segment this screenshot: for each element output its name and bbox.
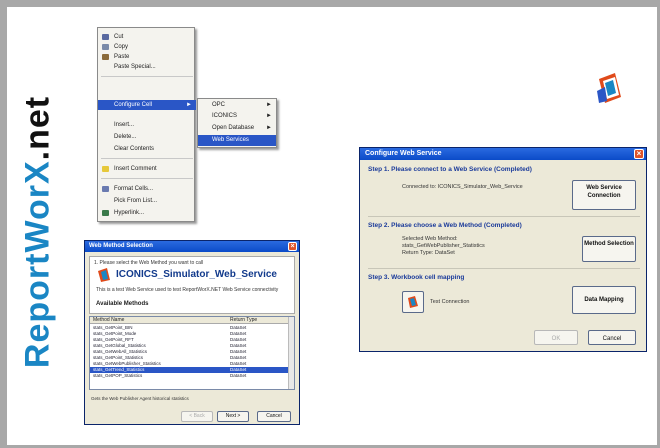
service-description: This is a test Web Service used to test … xyxy=(96,287,279,293)
submenu-item-web-services[interactable]: Web Services xyxy=(198,135,276,146)
format-icon xyxy=(102,186,109,192)
scissors-icon xyxy=(102,34,109,40)
column-header-return-type: Return Type xyxy=(230,317,258,323)
web-method-dialog: Web Method Selection × 1. Please select t… xyxy=(84,240,300,425)
menu-item-format-cells[interactable]: Format Cells... xyxy=(98,184,196,194)
context-menu: Cut Copy Paste Paste Special... Configur… xyxy=(97,27,196,222)
menu-item-clear-contents[interactable]: Clear Contents xyxy=(98,144,196,154)
service-name: ICONICS_Simulator_Web_Service xyxy=(116,269,277,280)
step1-heading: Step 1. Please connect to a Web Service … xyxy=(368,166,532,173)
back-button[interactable]: < Back xyxy=(181,411,213,422)
menu-item-paste[interactable]: Paste xyxy=(98,52,196,62)
close-icon[interactable]: × xyxy=(288,242,297,251)
configure-web-service-dialog: Configure Web Service × Step 1. Please co… xyxy=(359,147,647,352)
step2-info-label: Selected Web Method: xyxy=(402,236,458,242)
divider xyxy=(368,268,640,269)
paste-icon xyxy=(102,54,109,60)
submenu-arrow-icon: ► xyxy=(266,113,272,119)
submenu-arrow-icon: ► xyxy=(266,125,272,131)
menu-item-cut[interactable]: Cut xyxy=(98,32,196,42)
menu-separator xyxy=(101,76,193,77)
web-service-connection-button[interactable]: Web Service Connection xyxy=(572,180,636,210)
step2-info-return-type: Return Type: DataSet xyxy=(402,250,455,256)
submenu-arrow-icon: ► xyxy=(266,102,272,108)
dialog-titlebar: Configure Web Service × xyxy=(360,148,646,160)
service-info-panel: 1. Please select the Web Method you want… xyxy=(89,256,295,314)
dialog-prompt: 1. Please select the Web Method you want… xyxy=(94,260,204,266)
test-connection-icon xyxy=(408,296,418,308)
web-service-icon xyxy=(98,268,110,282)
menu-separator xyxy=(101,158,193,159)
configure-cell-submenu: OPC ► ICONICS ► Open Database ► Web Service… xyxy=(197,98,277,148)
divider xyxy=(368,216,640,217)
list-scrollbar[interactable] xyxy=(288,317,294,389)
cancel-button[interactable]: Cancel xyxy=(588,330,636,345)
canvas: ReportWorX.net Cut Copy Paste Paste Spec… xyxy=(7,7,657,445)
available-methods-label: Available Methods xyxy=(96,301,149,307)
menu-item-hyperlink[interactable]: Hyperlink... xyxy=(98,208,196,218)
cancel-button[interactable]: Cancel xyxy=(257,411,291,422)
step2-info-method: stats_GetWebPublisher_Statistics xyxy=(402,243,485,249)
menu-item-paste-special[interactable]: Paste Special... xyxy=(98,62,196,72)
menu-item-insert[interactable]: Insert... xyxy=(98,120,196,130)
step1-info: Connected to: ICONICS_Simulator_Web_Serv… xyxy=(402,184,523,190)
list-item[interactable]: stats_GetPOP_Statistics DataSet xyxy=(90,373,290,379)
method-selection-button[interactable]: Method Selection xyxy=(582,236,636,262)
copy-icon xyxy=(102,44,109,50)
next-button[interactable]: Next > xyxy=(217,411,249,422)
ok-button[interactable]: OK xyxy=(534,330,578,345)
menu-item-delete[interactable]: Delete... xyxy=(98,132,196,142)
test-connection-button[interactable] xyxy=(402,291,424,313)
method-description: Gets the Web Publisher Agent historical … xyxy=(91,396,189,401)
step2-heading: Step 2. Please choose a Web Method (Comp… xyxy=(368,222,522,229)
brand-text: ReportWorX.net xyxy=(18,95,57,369)
column-header-method: Method Name xyxy=(93,317,125,323)
submenu-item-iconics[interactable]: ICONICS ► xyxy=(198,111,276,122)
submenu-item-open-database[interactable]: Open Database ► xyxy=(198,123,276,134)
data-mapping-button[interactable]: Data Mapping xyxy=(572,286,636,314)
submenu-arrow-icon: ► xyxy=(186,102,192,108)
menu-separator xyxy=(101,178,193,179)
hyperlink-icon xyxy=(102,210,109,216)
submenu-item-opc[interactable]: OPC ► xyxy=(198,100,276,111)
test-connection-label: Test Connection xyxy=(430,299,470,305)
menu-item-pick-from-list[interactable]: Pick From List... xyxy=(98,196,196,206)
list-header: Method Name Return Type xyxy=(90,317,290,324)
methods-list[interactable]: Method Name Return Type stats_GetPoint_B… xyxy=(89,316,295,390)
close-icon[interactable]: × xyxy=(634,149,644,159)
dialog-titlebar: Web Method Selection × xyxy=(85,241,299,252)
reportworx-logo-icon xyxy=(597,73,621,103)
step3-heading: Step 3. Workbook cell mapping xyxy=(368,274,465,281)
brand-logo: ReportWorX.net xyxy=(13,57,63,407)
menu-item-configure-cell[interactable]: Configure Cell ► xyxy=(98,100,196,110)
menu-item-insert-comment[interactable]: Insert Comment xyxy=(98,164,196,174)
comment-icon xyxy=(102,166,109,172)
menu-item-copy[interactable]: Copy xyxy=(98,42,196,52)
